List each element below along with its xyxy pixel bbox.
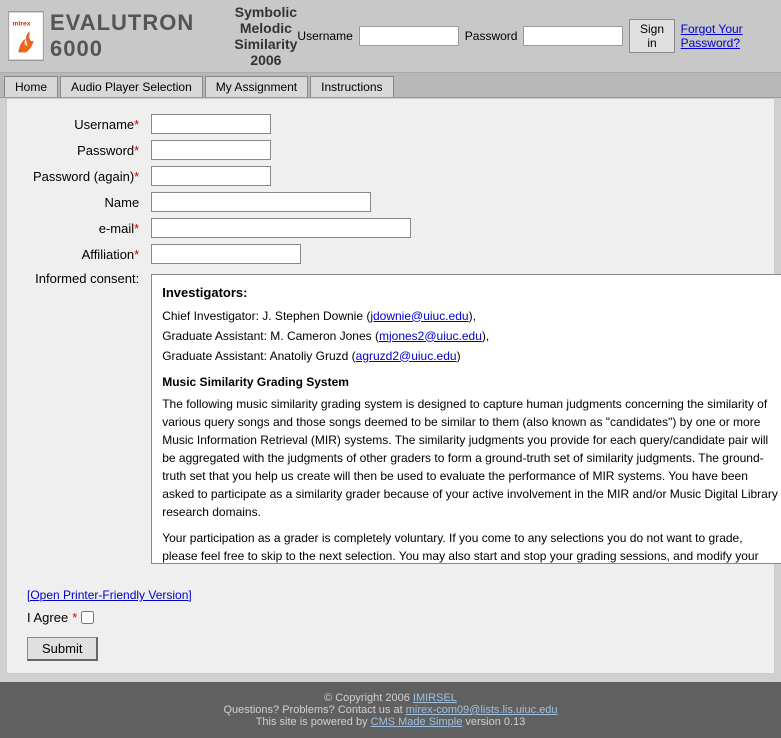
site-title: Symbolic Melodic Similarity 2006 xyxy=(234,4,297,68)
imirsel-link[interactable]: IMIRSEL xyxy=(413,692,457,704)
investigators-heading: Investigators: xyxy=(162,283,780,303)
forgot-password-link[interactable]: Forgot Your Password? xyxy=(681,22,773,50)
password-input[interactable] xyxy=(151,140,271,160)
username-label: Username xyxy=(297,29,352,43)
contact-email-link[interactable]: mirex-com09@lists.lis.uiuc.edu xyxy=(406,704,558,716)
password-field-label: Password* xyxy=(27,137,145,163)
footer-questions: Questions? Problems? Contact us at mirex… xyxy=(0,704,781,716)
registration-form: Username* Password* Password (again)* xyxy=(27,111,781,577)
consent-box[interactable]: Investigators: Chief Investigator: J. St… xyxy=(151,274,781,564)
agree-row: I Agree* xyxy=(27,610,754,625)
username-field-label: Username* xyxy=(27,111,145,137)
grad1: Graduate Assistant: M. Cameron Jones (mj… xyxy=(162,327,780,345)
email-field-label: e-mail* xyxy=(27,215,145,241)
printer-link-container: [Open Printer-Friendly Version] xyxy=(27,587,754,610)
affiliation-input[interactable] xyxy=(151,244,301,264)
main-content: Username* Password* Password (again)* xyxy=(6,98,775,674)
username-input[interactable] xyxy=(151,114,271,134)
agree-label: I Agree xyxy=(27,610,68,625)
printer-friendly-link[interactable]: [Open Printer-Friendly Version] xyxy=(27,588,192,602)
affiliation-field-label: Affiliation* xyxy=(27,241,145,267)
mirex-logo: mirex xyxy=(8,11,44,61)
chief-email-link[interactable]: jdownie@uiuc.edu xyxy=(370,309,468,323)
name-input[interactable] xyxy=(151,192,371,212)
header-password-input[interactable] xyxy=(523,26,623,46)
footer-copyright: © Copyright 2006 IMIRSEL xyxy=(0,692,781,704)
grad1-email-link[interactable]: mjones2@uiuc.edu xyxy=(379,329,482,343)
grad2: Graduate Assistant: Anatoliy Gruzd (agru… xyxy=(162,347,780,365)
tab-my-assignment[interactable]: My Assignment xyxy=(205,76,308,97)
informed-consent-label: Informed consent: xyxy=(27,267,145,577)
music-heading: Music Similarity Grading System xyxy=(162,373,780,391)
tab-audio-player[interactable]: Audio Player Selection xyxy=(60,76,203,97)
password-label: Password xyxy=(465,29,518,43)
footer: © Copyright 2006 IMIRSEL Questions? Prob… xyxy=(0,682,781,738)
tab-instructions[interactable]: Instructions xyxy=(310,76,393,97)
nav-tabs: Home Audio Player Selection My Assignmen… xyxy=(0,72,781,97)
music-p1: The following music similarity grading s… xyxy=(162,395,780,521)
header-username-input[interactable] xyxy=(359,26,459,46)
email-input[interactable] xyxy=(151,218,411,238)
music-p2: Your participation as a grader is comple… xyxy=(162,529,780,565)
signin-button[interactable]: Sign in xyxy=(629,19,674,53)
svg-text:mirex: mirex xyxy=(13,20,31,27)
footer-powered: This site is powered by CMS Made Simple … xyxy=(0,716,781,728)
consent-area: Investigators: Chief Investigator: J. St… xyxy=(151,274,781,564)
submit-button[interactable]: Submit xyxy=(27,637,98,661)
chief-investigator: Chief Investigator: J. Stephen Downie (j… xyxy=(162,307,780,325)
agree-checkbox[interactable] xyxy=(81,611,94,624)
cms-link[interactable]: CMS Made Simple xyxy=(371,716,463,728)
password-again-field-label: Password (again)* xyxy=(27,163,145,189)
evalutron-title: EVALUTRON 6000 xyxy=(50,10,234,62)
name-field-label: Name xyxy=(27,189,145,215)
tab-home[interactable]: Home xyxy=(4,76,58,97)
password-again-input[interactable] xyxy=(151,166,271,186)
grad2-email-link[interactable]: agruzd2@uiuc.edu xyxy=(356,349,457,363)
